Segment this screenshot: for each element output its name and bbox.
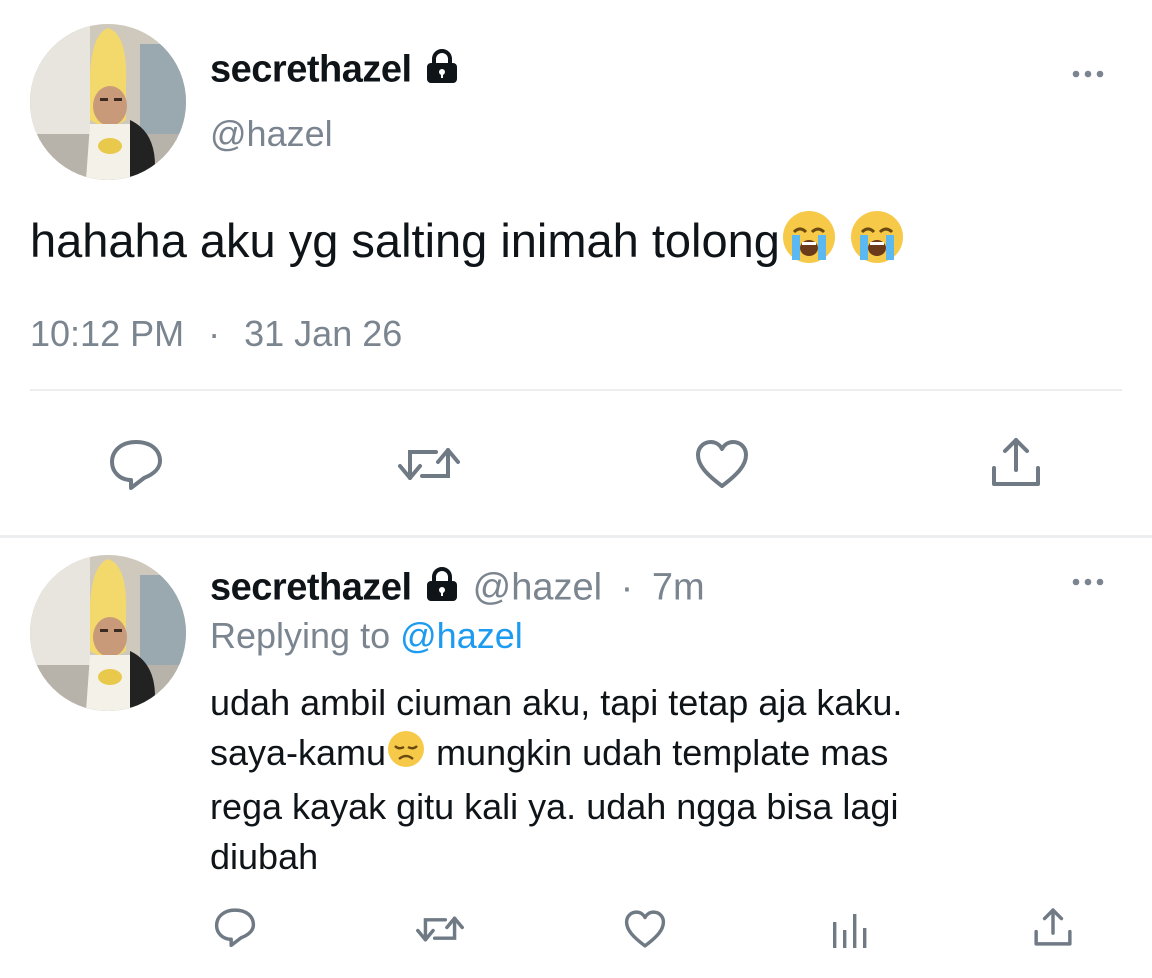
replying-to: Replying to @hazel [210,614,523,658]
replying-to-label: Replying to [210,615,391,656]
reply-button[interactable] [106,434,166,494]
tweet-text-content: hahaha aku yg salting inimah tolong [30,213,780,267]
avatar-photo [30,555,186,711]
tweet-text: hahaha aku yg salting inimah tolong [30,208,906,281]
section-divider [0,535,1152,538]
reply-icon [214,908,256,948]
display-name[interactable]: secrethazel [210,46,462,97]
reply-text-line: saya-kamu mungkin udah template mas [210,728,902,782]
lock-icon [422,46,462,97]
display-name-text: secrethazel [210,48,412,91]
timestamp[interactable]: 10:12 PM · 31 Jan 26 [30,312,402,356]
divider [30,389,1122,391]
replying-to-handle[interactable]: @hazel [400,615,523,656]
more-horizontal-icon [1072,578,1104,586]
reply-text: udah ambil ciuman aku, tapi tetap aja ka… [210,678,902,882]
loudly-crying-face-icon [848,208,906,281]
reply-text-segment: saya-kamu [210,732,387,773]
reply-header: secrethazel @hazel · 7m [210,564,705,615]
retweet-icon [416,916,464,942]
tweet-time: 10:12 PM [30,313,185,354]
reply-text-line: rega kayak gitu kali ya. udah ngga bisa … [210,785,899,827]
avatar[interactable] [30,24,186,180]
separator: · [620,566,634,609]
share-icon [992,438,1040,486]
separator: · [208,313,221,354]
like-button[interactable] [622,906,668,952]
handle[interactable]: @hazel [210,112,333,156]
tweet-date: 31 Jan 26 [244,313,403,354]
lock-icon [422,564,462,615]
analytics-icon [833,914,867,948]
retweet-button[interactable] [414,906,466,952]
reply-button[interactable] [212,904,258,950]
like-button[interactable] [692,434,752,494]
share-button[interactable] [1030,904,1076,950]
reply-age[interactable]: 7m [652,567,705,609]
reply-icon [110,440,162,490]
more-options-button[interactable] [1066,64,1112,84]
disappointed-face-icon [386,729,426,782]
share-icon [1034,908,1072,946]
reply-text-line: diubah [210,835,319,877]
like-icon [624,910,666,948]
display-name[interactable]: secrethazel [210,567,412,609]
more-horizontal-icon [1072,70,1104,78]
more-options-button[interactable] [1066,572,1112,592]
handle[interactable]: @hazel [473,567,602,609]
avatar-photo [30,24,186,180]
share-button[interactable] [986,432,1046,492]
loudly-crying-face-icon [780,208,838,281]
retweet-icon [398,448,460,480]
reply-text-segment: mungkin udah template mas [426,732,889,773]
reply-text-line: udah ambil ciuman aku, tapi tetap aja ka… [210,682,903,723]
like-icon [696,440,748,488]
avatar[interactable] [30,555,186,711]
retweet-button[interactable] [396,434,462,494]
analytics-button[interactable] [828,906,874,952]
